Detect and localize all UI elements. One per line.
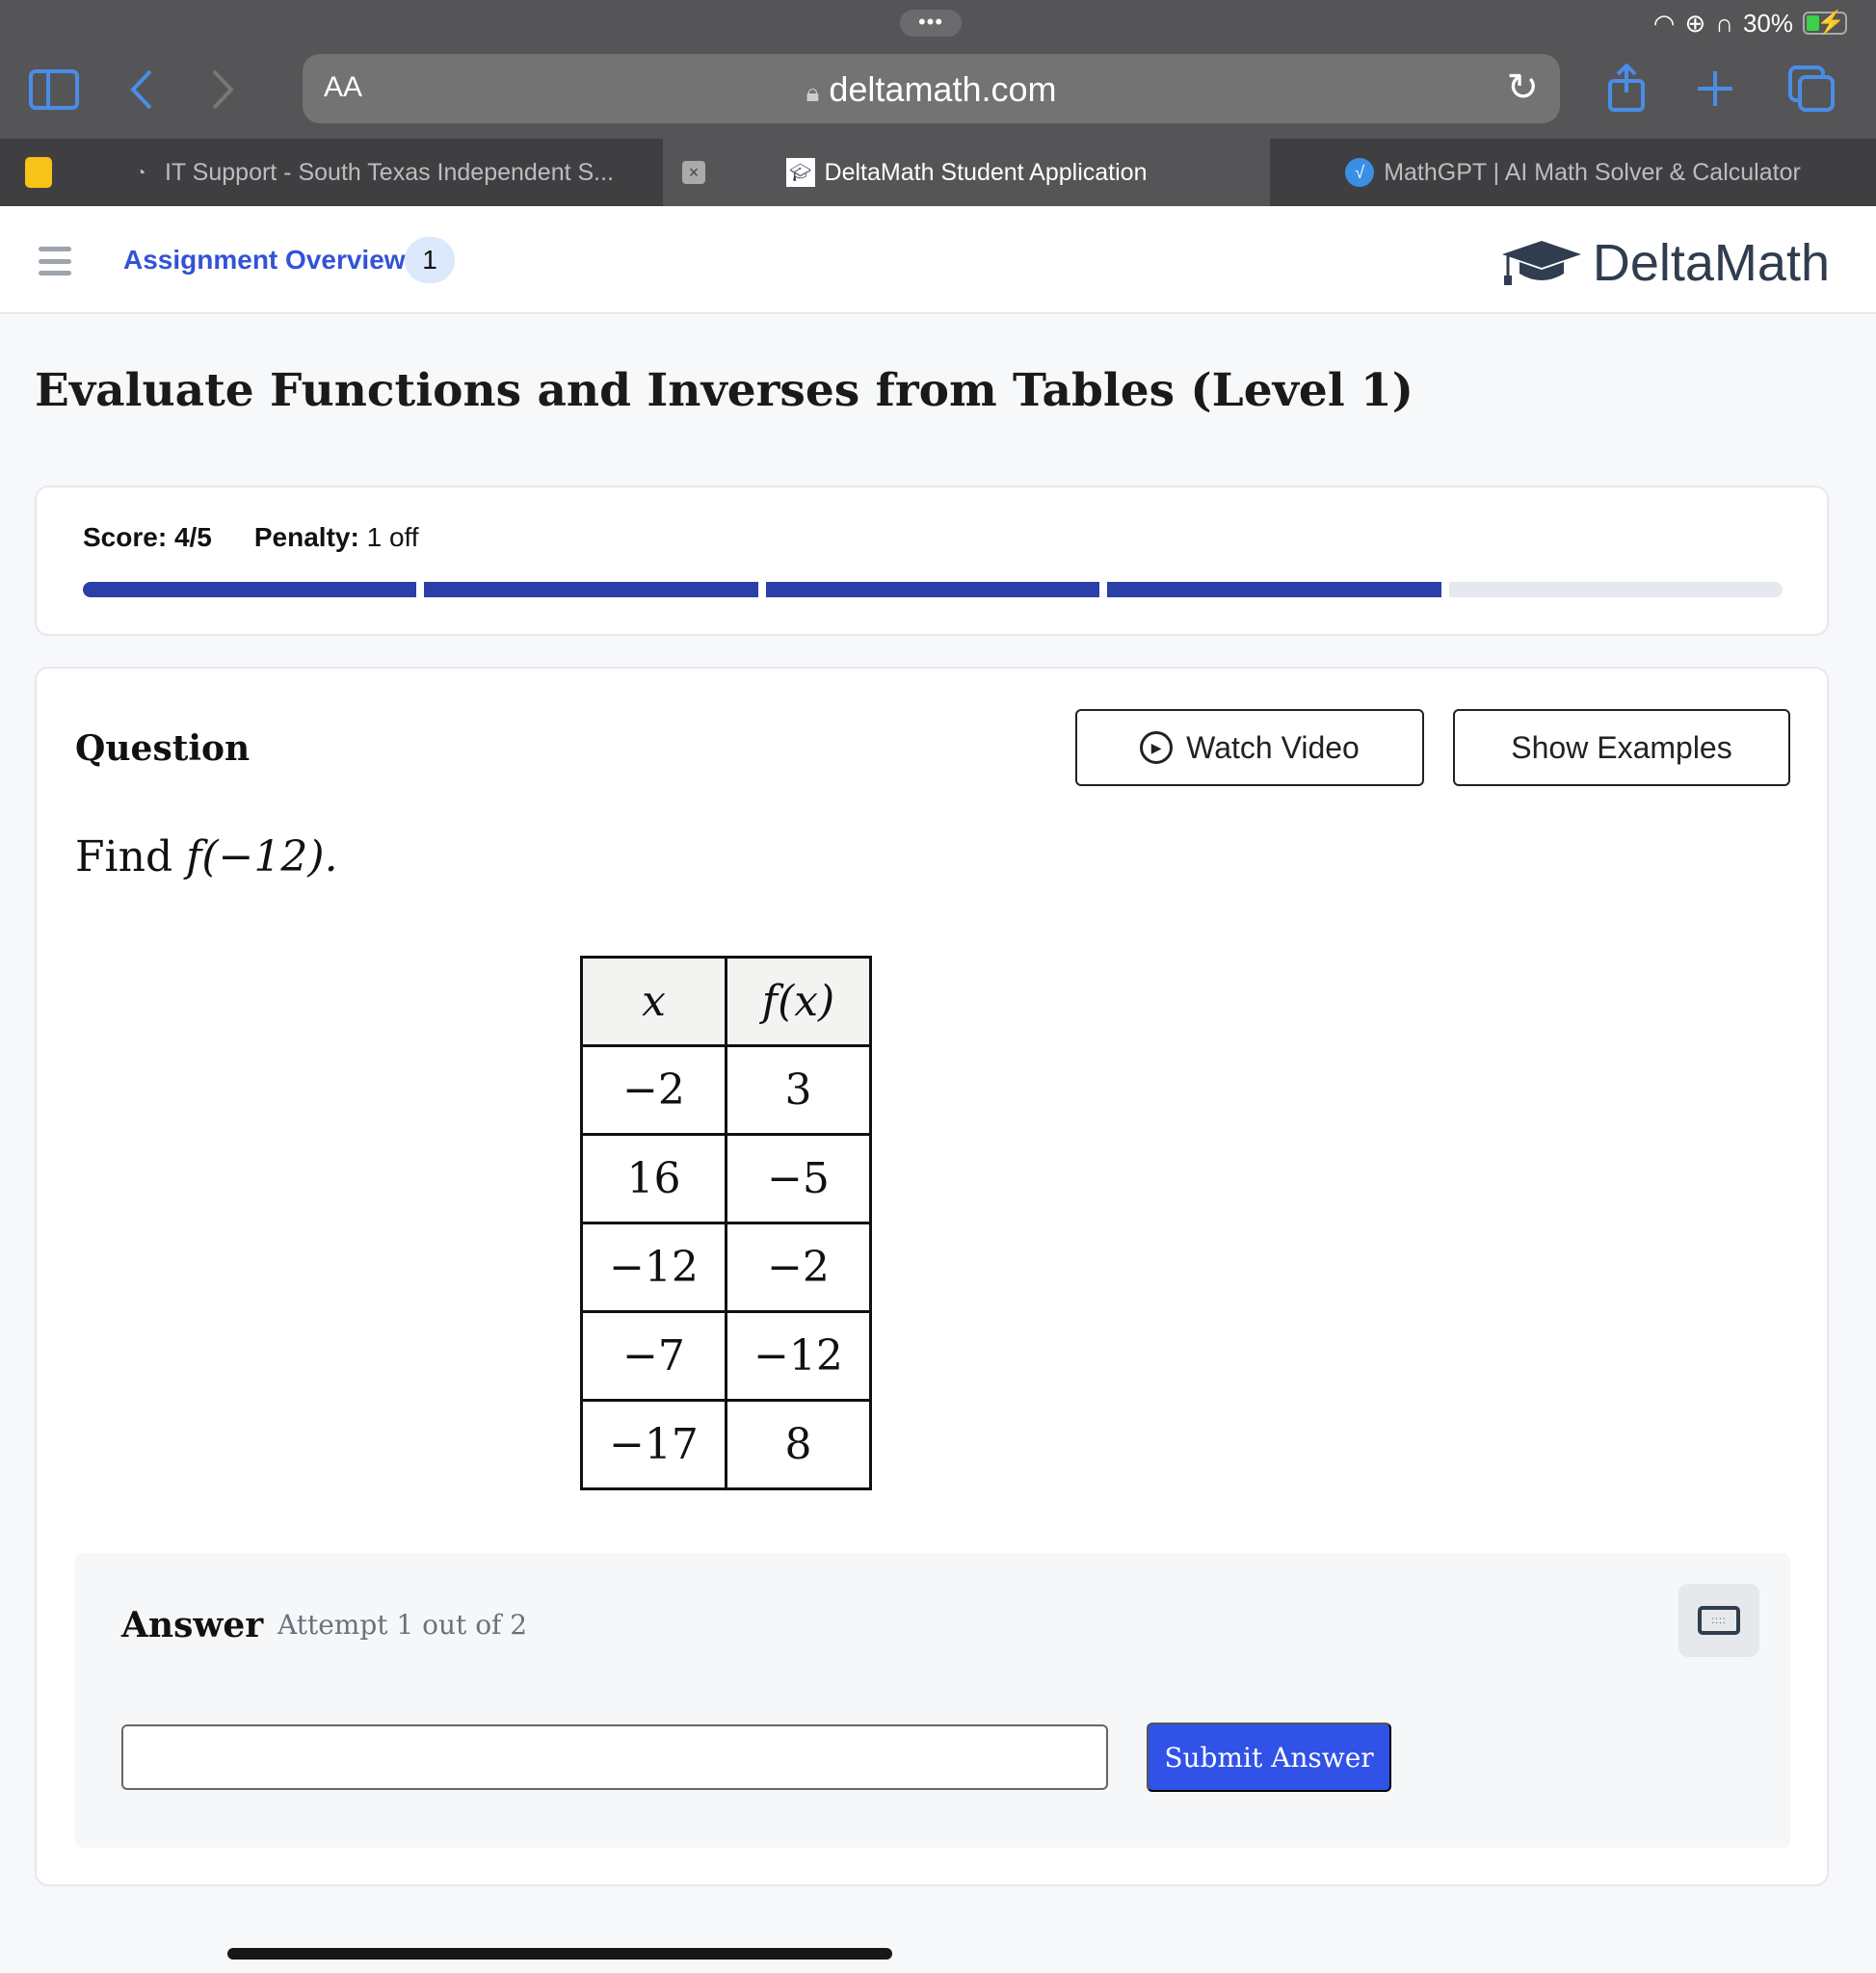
play-icon: ▶ xyxy=(1140,731,1174,764)
wifi-icon: ◠ xyxy=(1652,8,1676,38)
x-value-cell: −2 xyxy=(580,1044,727,1136)
tab-mathgpt[interactable]: √ MathGPT | AI Math Solver & Calculator xyxy=(1270,139,1876,206)
address-bar[interactable]: AA 🔒︎ deltamath.com ↻ xyxy=(303,54,1560,123)
function-table: x f(x) −2 3 16 −5 −12 −2 −7 −12 −17 8 xyxy=(580,956,872,1490)
progress-bar xyxy=(83,582,1784,597)
table-row: −17 8 xyxy=(580,1399,872,1490)
tab-title: DeltaMath Student Application xyxy=(824,158,1148,186)
header-x: x xyxy=(580,956,727,1047)
page-title: Evaluate Functions and Inverses from Tab… xyxy=(35,364,1414,417)
tab-it-support[interactable]: ◔ IT Support - South Texas Independent S.… xyxy=(77,139,663,206)
progress-segment xyxy=(424,582,758,597)
table-row: −7 −12 xyxy=(580,1310,872,1402)
table-row: 16 −5 xyxy=(580,1133,872,1224)
keyboard-toggle-button[interactable]: :::: xyxy=(1678,1584,1759,1657)
browser-chrome: ••• ◠ ⊕ ∩ 30% ⚡ AA 🔒︎ deltamath.com ↻ ◔ I… xyxy=(0,0,1876,206)
progress-segment xyxy=(765,582,1100,597)
submit-answer-button[interactable]: Submit Answer xyxy=(1147,1723,1391,1792)
score-line: Score: 4/5 Penalty: 1 off xyxy=(83,522,419,553)
score-card: Score: 4/5 Penalty: 1 off xyxy=(35,486,1829,636)
score-value: 4/5 xyxy=(173,522,212,552)
watch-video-button[interactable]: ▶ Watch Video xyxy=(1075,709,1424,786)
multitasking-dots[interactable]: ••• xyxy=(900,10,962,37)
table-row: −12 −2 xyxy=(580,1222,872,1313)
back-icon[interactable] xyxy=(127,66,156,118)
forward-icon[interactable] xyxy=(208,66,237,118)
header-fx: f(x) xyxy=(725,956,872,1047)
question-card: Question ▶ Watch Video Show Examples Find… xyxy=(35,667,1829,1886)
assignment-overview-link[interactable]: Assignment Overview xyxy=(123,245,406,276)
watch-video-label: Watch Video xyxy=(1186,729,1360,765)
x-value-cell: 16 xyxy=(580,1133,727,1224)
table-row: −2 3 xyxy=(580,1044,872,1136)
fx-value-cell: −2 xyxy=(725,1222,872,1313)
spinner-favicon-icon: ◔ xyxy=(135,162,146,182)
prompt-text: Find xyxy=(75,832,187,881)
progress-segment xyxy=(1448,582,1784,597)
answer-input[interactable] xyxy=(121,1724,1108,1790)
tab-overview-icon[interactable] xyxy=(1788,66,1835,117)
share-icon[interactable] xyxy=(1607,63,1646,117)
fx-value-cell: −5 xyxy=(725,1133,872,1224)
answer-label: Answer xyxy=(121,1605,264,1645)
sidebar-toggle-icon[interactable] xyxy=(29,69,79,115)
penalty-label: Penalty: xyxy=(253,522,359,552)
menu-icon[interactable] xyxy=(39,247,71,276)
orientation-lock-icon: ⊕ xyxy=(1684,8,1706,38)
reload-icon[interactable]: ↻ xyxy=(1506,66,1539,110)
tab-title: MathGPT | AI Math Solver & Calculator xyxy=(1384,158,1801,186)
x-value-cell: −17 xyxy=(580,1399,727,1490)
score-label: Score: xyxy=(83,522,168,552)
keyboard-icon: :::: xyxy=(1698,1606,1740,1635)
graduation-cap-favicon-icon: 🎓︎ xyxy=(785,158,815,187)
notes-icon xyxy=(25,157,52,188)
home-indicator[interactable] xyxy=(227,1948,892,1960)
tab-bar: ◔ IT Support - South Texas Independent S.… xyxy=(0,139,1876,206)
answer-section: Answer Attempt 1 out of 2 :::: Submit An… xyxy=(75,1553,1790,1848)
close-tab-icon[interactable]: × xyxy=(682,161,705,184)
question-prompt: Find f(−12). xyxy=(75,832,338,881)
logo-text: DeltaMath xyxy=(1592,234,1830,292)
sqrt-favicon-icon: √ xyxy=(1345,158,1375,187)
app-header: Assignment Overview 1 DeltaMath xyxy=(0,206,1876,314)
x-value-cell: −12 xyxy=(580,1222,727,1313)
new-tab-icon[interactable] xyxy=(1696,69,1734,113)
battery-charging-icon: ⚡ xyxy=(1803,10,1847,36)
tab-title: IT Support - South Texas Independent S..… xyxy=(164,158,615,186)
progress-segment xyxy=(1107,582,1441,597)
system-status: ◠ ⊕ ∩ 30% ⚡ xyxy=(1653,8,1847,39)
show-examples-button[interactable]: Show Examples xyxy=(1453,709,1790,786)
battery-percent: 30% xyxy=(1742,8,1793,38)
pinned-tab[interactable] xyxy=(0,139,77,206)
deltamath-logo[interactable]: DeltaMath xyxy=(1500,233,1830,293)
tab-deltamath[interactable]: × 🎓︎ DeltaMath Student Application xyxy=(663,139,1270,206)
fx-value-cell: −12 xyxy=(725,1310,872,1402)
count-badge: 1 xyxy=(405,237,455,283)
question-label: Question xyxy=(75,728,251,769)
attempt-counter: Attempt 1 out of 2 xyxy=(277,1609,528,1641)
lock-icon: 🔒︎ xyxy=(806,78,820,107)
graduation-cap-icon xyxy=(1501,241,1581,285)
fx-value-cell: 8 xyxy=(725,1399,872,1490)
penalty-value: 1 off xyxy=(366,522,419,552)
headphones-icon: ∩ xyxy=(1715,8,1733,38)
prompt-math: f(−12). xyxy=(186,832,338,881)
fx-value-cell: 3 xyxy=(725,1044,872,1136)
x-value-cell: −7 xyxy=(580,1310,727,1402)
url-text: deltamath.com xyxy=(829,69,1057,109)
progress-segment xyxy=(83,582,417,597)
